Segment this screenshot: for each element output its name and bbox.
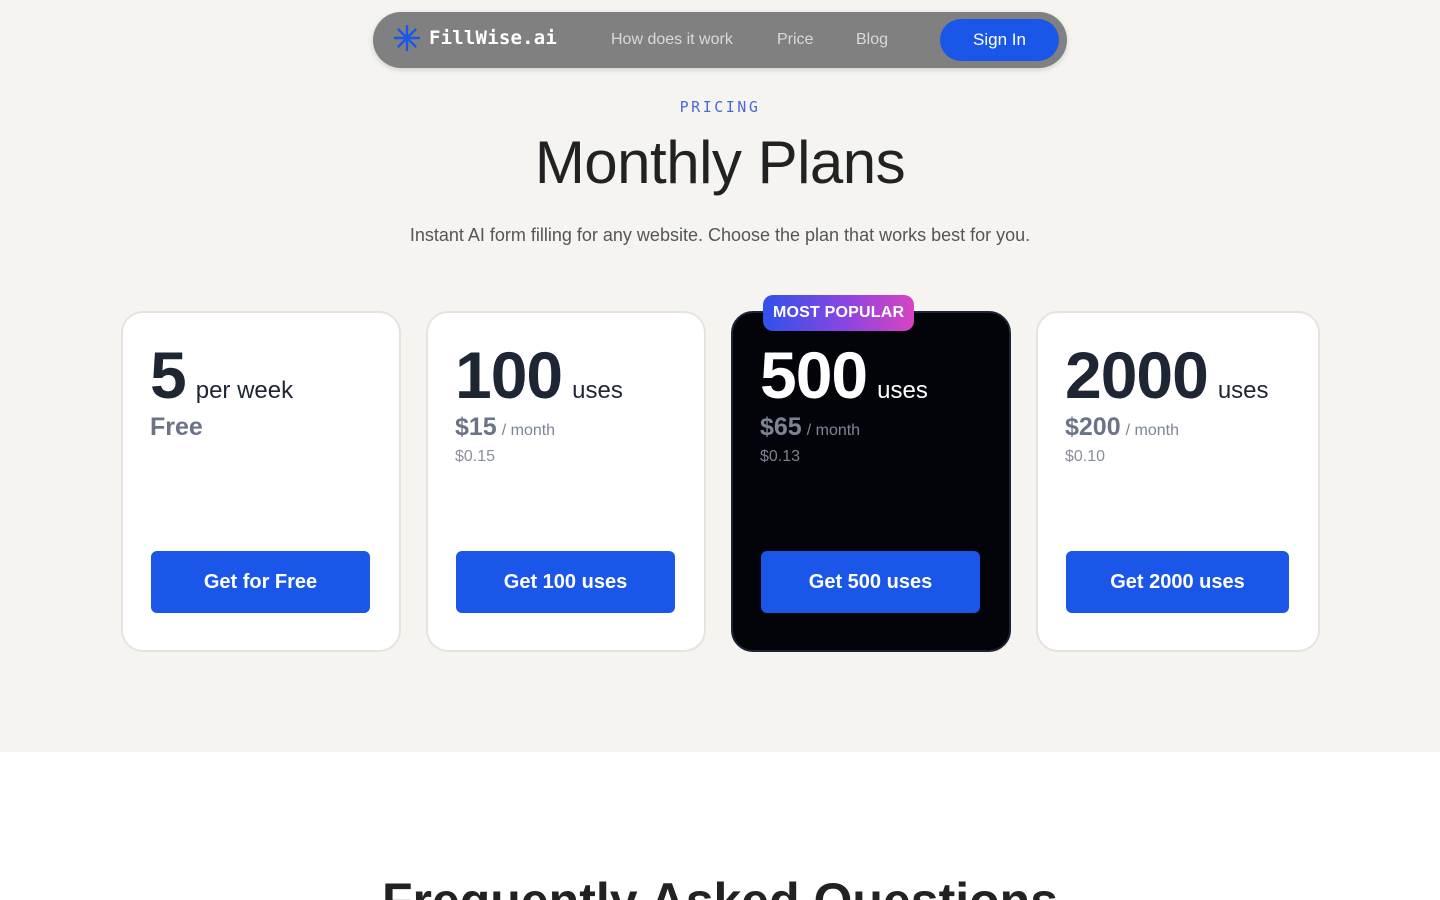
nav-link-how-it-works[interactable]: How does it work: [611, 31, 733, 49]
plan-price: $65: [760, 413, 802, 441]
plan-card-500-featured: MOST POPULAR 500 uses $65 / month $0.13 …: [731, 295, 1011, 652]
plan-unit: uses: [572, 377, 623, 404]
brand-logo[interactable]: FillWise.ai: [393, 24, 557, 52]
plan-price: $200: [1065, 413, 1121, 441]
get-500-uses-button[interactable]: Get 500 uses: [761, 551, 980, 613]
plan-price-row: $15 / month: [455, 413, 555, 442]
asterisk-icon: [393, 24, 421, 52]
plan-price: $15: [455, 413, 497, 441]
plan-card-free: 5 per week Free Get for Free: [121, 311, 401, 652]
page-title: Monthly Plans: [534, 129, 906, 196]
plan-quantity: 5: [150, 338, 187, 412]
plan-price-row: $65 / month: [760, 413, 860, 442]
get-free-button[interactable]: Get for Free: [151, 551, 370, 613]
plan-quantity-row: 5 per week: [150, 337, 293, 413]
plan-card-2000: 2000 uses $200 / month $0.10 Get 2000 us…: [1036, 311, 1320, 652]
plan-price-per-use: $0.10: [1065, 448, 1106, 465]
plan-quantity: 500: [760, 338, 868, 412]
section-eyebrow: PRICING: [679, 98, 761, 116]
plan-unit: uses: [877, 377, 928, 404]
plan-card-100: 100 uses $15 / month $0.15 Get 100 uses: [426, 311, 706, 652]
plan-quantity-row: 100 uses: [455, 337, 623, 413]
sign-in-button[interactable]: Sign In: [940, 19, 1059, 61]
nav-link-price[interactable]: Price: [777, 31, 813, 49]
get-100-uses-button[interactable]: Get 100 uses: [456, 551, 675, 613]
nav-link-blog[interactable]: Blog: [856, 31, 888, 49]
page-subtitle: Instant AI form filling for any website.…: [409, 225, 1031, 245]
plan-unit: uses: [1217, 377, 1269, 404]
plan-quantity-row: 500 uses: [760, 337, 928, 413]
plan-price-period: / month: [806, 422, 861, 439]
faq-title: Frequently Asked Questions: [0, 872, 1440, 900]
plan-price-period: / month: [1125, 422, 1179, 439]
pricing-page: FillWise.ai How does it work Price Blog …: [0, 0, 1440, 900]
top-navbar: FillWise.ai How does it work Price Blog …: [373, 12, 1067, 68]
plan-price-per-use: $0.13: [760, 448, 801, 465]
plan-quantity: 2000: [1065, 338, 1209, 412]
faq-section: Frequently Asked Questions: [0, 752, 1440, 900]
get-2000-uses-button[interactable]: Get 2000 uses: [1066, 551, 1289, 613]
plan-price-row: Free: [150, 413, 203, 442]
plan-price: Free: [150, 413, 203, 441]
plan-price-row: $200 / month: [1065, 413, 1179, 442]
brand-name: FillWise.ai: [429, 27, 558, 49]
plan-quantity: 100: [455, 338, 563, 412]
plan-price-period: / month: [501, 422, 556, 439]
plan-unit: per week: [195, 377, 294, 404]
plan-quantity-row: 2000 uses: [1065, 337, 1269, 413]
most-popular-badge: MOST POPULAR: [763, 295, 915, 331]
plan-price-per-use: $0.15: [455, 448, 496, 465]
